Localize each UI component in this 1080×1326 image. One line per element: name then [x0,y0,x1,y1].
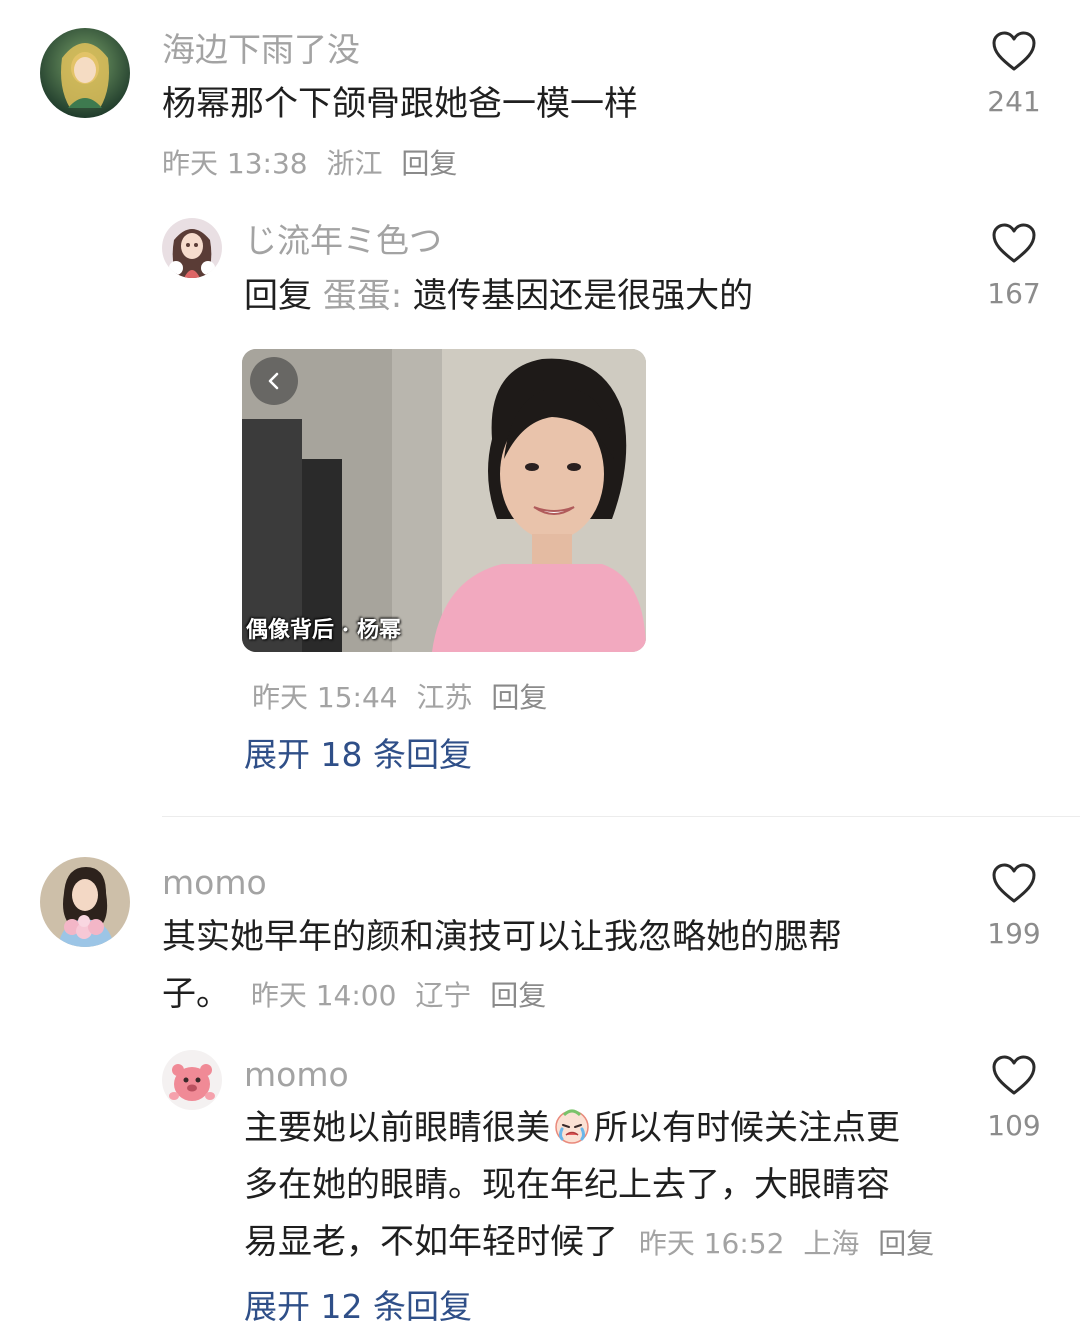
reply-time: 昨天 16:52 [638,1227,785,1260]
comment-text: 杨幂那个下颌骨跟她爸一模一样 [162,84,638,124]
reply-body: 易显老，不如年轻时候了 [244,1222,618,1262]
comment-username[interactable]: 海边下雨了没 [162,33,360,66]
comment-username[interactable]: momo [162,866,267,899]
avatar[interactable] [162,218,222,278]
reply-location: 江苏 [416,681,473,714]
heart-icon [992,223,1036,263]
reply-meta: 昨天 15:44 江苏 回复 [252,684,557,712]
image-caption: 偶像背后 · 杨幂 [246,617,401,643]
comment-text-line: 其实她早年的颜和演技可以让我忽略她的腮帮 [162,917,842,957]
reply-prefix: 回复 [244,276,312,316]
avatar[interactable] [162,1050,222,1110]
expand-replies-button[interactable]: 展开 18 条回复 [244,738,472,771]
reply-text: 主要她以前眼睛很美 所以有时候关注点更 多在她的眼睛。现在年纪上去了，大眼睛容 … [244,1100,944,1272]
comment-meta: 昨天 14:00 辽宁 回复 [251,979,556,1012]
reply-button[interactable]: 回复 [490,979,546,1012]
reply-username[interactable]: じ流年ミ色つ [244,224,442,257]
like-button[interactable]: 109 [974,1054,1054,1140]
reply-body: 主要她以前眼睛很美 [244,1108,550,1148]
like-button[interactable]: 167 [974,222,1054,308]
reply-button[interactable]: 回复 [401,147,457,180]
divider [162,816,1080,817]
reply-body: 所以有时候关注点更 [594,1108,900,1148]
like-count: 241 [987,85,1041,118]
reply-location: 上海 [803,1227,860,1260]
back-icon[interactable] [250,357,298,405]
comment-text: 其实她早年的颜和演技可以让我忽略她的腮帮 子。 昨天 14:00 辽宁 回复 [162,909,932,1024]
avatar[interactable] [40,857,130,947]
avatar[interactable] [40,28,130,118]
reply-text: 回复 蛋蛋: 遗传基因还是很强大的 [244,268,753,325]
reply-meta: 昨天 16:52 上海 回复 [639,1227,944,1260]
like-button[interactable]: 241 [974,30,1054,116]
comment-time: 昨天 13:38 [162,147,308,180]
reply-username[interactable]: momo [244,1058,349,1091]
comment-meta: 昨天 13:38 浙江 回复 [162,150,467,178]
comment-text-line: 子。 [162,974,230,1014]
expand-replies-button[interactable]: 展开 12 条回复 [244,1290,472,1323]
comment-time: 昨天 14:00 [250,979,397,1012]
comment-location: 辽宁 [415,979,472,1012]
crying-face-emoji [552,1105,592,1145]
reply-time: 昨天 15:44 [252,681,398,714]
reply-button[interactable]: 回复 [878,1227,934,1260]
reply-body: 多在她的眼睛。现在年纪上去了，大眼睛容 [244,1165,890,1205]
heart-icon [992,31,1036,71]
like-count: 199 [987,917,1041,950]
like-button[interactable]: 199 [974,862,1054,948]
comment-location: 浙江 [326,147,383,180]
heart-icon [992,863,1036,903]
reply-body: 遗传基因还是很强大的 [413,276,754,316]
like-count: 109 [987,1109,1041,1142]
reply-button[interactable]: 回复 [491,681,547,714]
heart-icon [992,1055,1036,1095]
reply-mention[interactable]: 蛋蛋: [323,276,402,316]
reply-image[interactable]: 偶像背后 · 杨幂 [242,349,646,652]
like-count: 167 [987,277,1041,310]
